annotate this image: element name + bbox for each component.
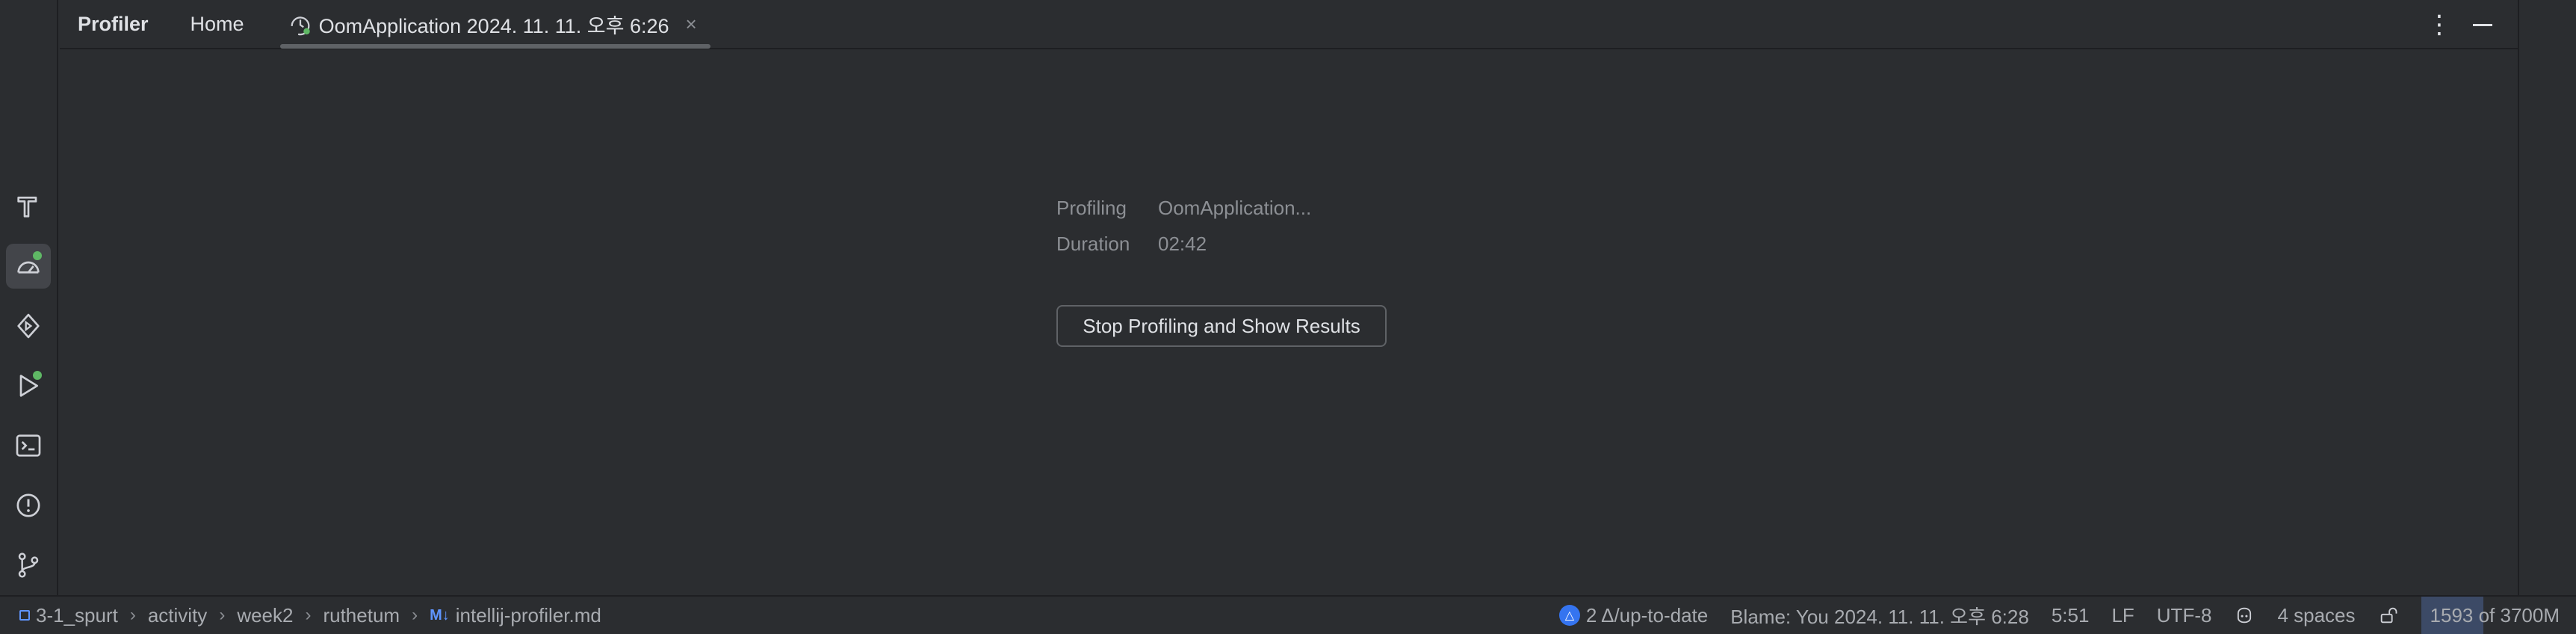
readonly-toggle[interactable] — [2378, 605, 2399, 626]
breadcrumb-project[interactable]: 3-1_spurt — [36, 604, 118, 627]
build-hammer-icon — [17, 197, 37, 218]
breadcrumb-label: intellij-profiler.md — [455, 603, 601, 627]
duration-value: 02:42 — [1158, 232, 1207, 255]
encoding-widget[interactable]: UTF-8 — [2157, 604, 2212, 627]
vcs-changes-icon: △ — [1558, 605, 1580, 626]
run-active-badge — [33, 371, 42, 380]
terminal-icon — [16, 434, 41, 457]
profiler-tool-button[interactable] — [6, 244, 51, 289]
caret-position-widget[interactable]: 5:51 — [2052, 604, 2090, 627]
breadcrumb-ruthetum[interactable]: ruthetum — [323, 604, 400, 627]
active-tab-indicator — [279, 44, 710, 49]
tool-window-title: Profiler — [78, 12, 149, 35]
minimize-icon[interactable] — [2473, 23, 2492, 26]
profiler-running-badge — [33, 251, 42, 260]
memory-indicator[interactable]: 1593 of 3700M — [2421, 597, 2576, 634]
profiling-label: Profiling — [1056, 196, 1127, 219]
build-tool-button[interactable] — [6, 184, 51, 229]
breadcrumb-activity[interactable]: activity — [148, 604, 207, 627]
tab-session-label: OomApplication 2024. 11. 11. 오후 6:26 — [318, 14, 669, 37]
tab-home-label: Home — [190, 12, 244, 35]
unlock-icon — [2380, 607, 2397, 624]
right-tool-strip — [2518, 0, 2576, 595]
duration-label: Duration — [1056, 232, 1130, 255]
profiling-session-icon — [288, 11, 313, 37]
services-icon — [17, 313, 40, 339]
services-tool-button[interactable] — [6, 304, 51, 348]
more-options-icon[interactable]: ⋮ — [2427, 10, 2452, 40]
profiling-row: Profiling OomApplication... — [1056, 190, 1311, 226]
tab-profiling-session[interactable]: OomApplication 2024. 11. 11. 오후 6:26 × — [279, 0, 710, 49]
git-tool-button[interactable] — [6, 543, 51, 588]
chevron-right-icon: › — [129, 605, 136, 625]
copilot-icon — [2238, 607, 2252, 624]
session-info: Profiling OomApplication... Duration 02:… — [1056, 190, 1311, 262]
problems-icon — [16, 493, 40, 517]
breadcrumb-week2[interactable]: week2 — [237, 604, 293, 627]
breadcrumb-label: 3-1_spurt — [36, 603, 118, 627]
chevron-right-icon: › — [412, 605, 418, 625]
status-bar: 3-1_spurt › activity › week2 › ruthetum … — [0, 595, 2576, 634]
breadcrumb-label: ruthetum — [323, 603, 400, 627]
module-icon — [19, 610, 30, 621]
status-widgets: △ 2 Δ/up-to-date Blame: You 2024. 11. 11… — [1537, 597, 2576, 634]
blame-widget[interactable]: Blame: You 2024. 11. 11. 오후 6:28 — [1730, 602, 2029, 630]
header-actions: ⋮ — [2427, 0, 2492, 49]
run-tool-button[interactable] — [6, 363, 51, 408]
indent-widget[interactable]: 4 spaces — [2277, 604, 2355, 627]
close-icon[interactable]: × — [686, 13, 697, 36]
profiling-value: OomApplication... — [1158, 196, 1312, 219]
chevron-right-icon: › — [305, 605, 312, 625]
copilot-widget[interactable] — [2234, 605, 2255, 626]
profiler-tool-header: Profiler Home OomApplication 2024. 11. 1… — [60, 0, 2518, 49]
markdown-file-icon: M↓ — [430, 606, 450, 624]
line-separator-widget[interactable]: LF — [2111, 604, 2134, 627]
git-branch-icon — [18, 553, 39, 578]
chevron-right-icon: › — [219, 605, 226, 625]
breadcrumb-label: activity — [147, 603, 208, 627]
terminal-tool-button[interactable] — [6, 423, 51, 468]
breadcrumb-file[interactable]: M↓ intellij-profiler.md — [430, 604, 601, 627]
stop-profiling-button[interactable]: Stop Profiling and Show Results — [1056, 305, 1387, 347]
problems-tool-button[interactable] — [6, 483, 51, 528]
breadcrumb-label: week2 — [237, 603, 294, 627]
vcs-status-widget[interactable]: △ 2 Δ/up-to-date — [1558, 603, 1709, 627]
vcs-status-text: 2 Δ/up-to-date — [1585, 603, 1709, 627]
tab-home[interactable]: Home — [191, 0, 244, 49]
duration-row: Duration 02:42 — [1056, 226, 1311, 262]
left-tool-strip — [0, 0, 58, 595]
